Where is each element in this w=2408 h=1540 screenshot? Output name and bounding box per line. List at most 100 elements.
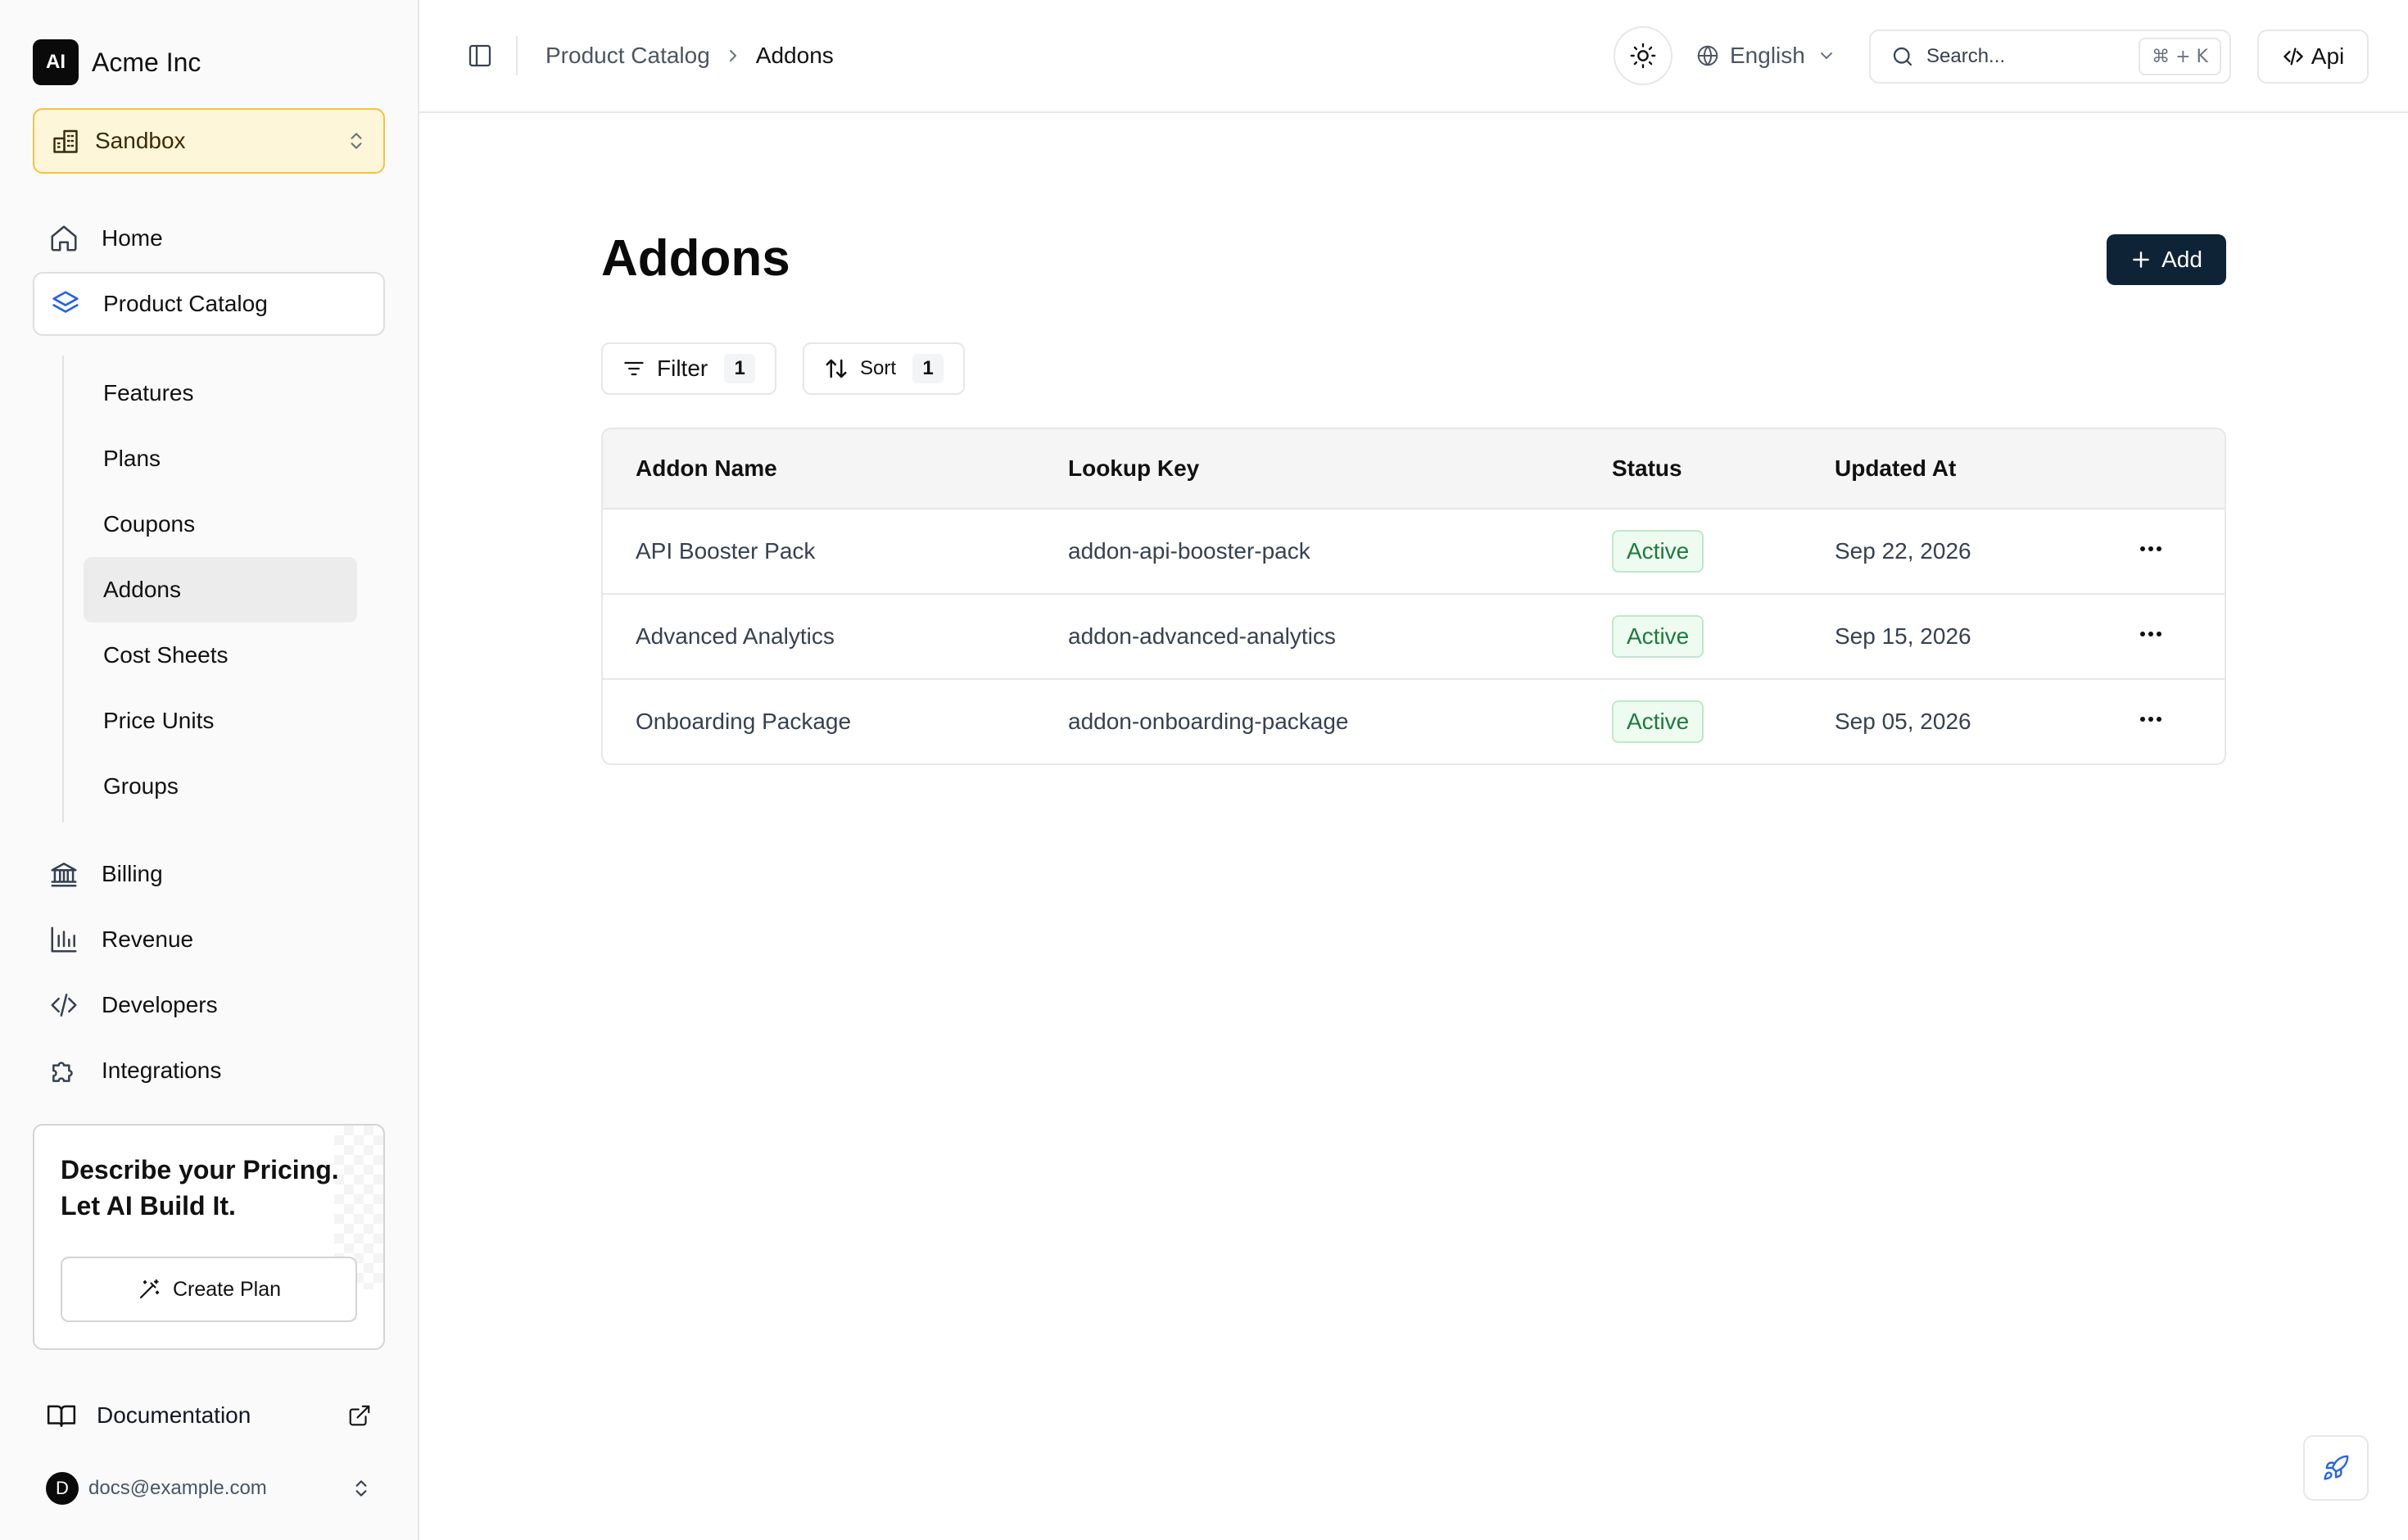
bank-icon <box>46 856 82 892</box>
magic-wand-icon <box>137 1277 161 1302</box>
sort-icon <box>824 356 849 381</box>
sort-count-badge: 1 <box>912 354 944 383</box>
lookup-key-cell: addon-onboarding-package <box>1068 709 1349 734</box>
code-icon <box>46 987 82 1023</box>
topbar-divider <box>516 36 518 75</box>
avatar: D <box>46 1472 79 1505</box>
column-header-addon-name: Addon Name <box>636 455 777 481</box>
table-header: Addon Name Lookup Key Status Updated At <box>603 429 2225 510</box>
filter-count-badge: 1 <box>724 354 756 383</box>
addon-name-cell: API Booster Pack <box>636 538 816 564</box>
subnav-divider <box>62 356 64 822</box>
lookup-key-cell: addon-advanced-analytics <box>1068 623 1336 649</box>
search-box[interactable]: ⌘ + K <box>1869 29 2231 84</box>
ellipsis-icon <box>2139 630 2163 638</box>
documentation-label: Documentation <box>97 1402 251 1428</box>
puzzle-icon <box>46 1053 82 1089</box>
add-addon-button[interactable]: Add <box>2107 234 2226 285</box>
breadcrumb-parent[interactable]: Product Catalog <box>545 43 710 69</box>
environment-switcher[interactable]: Sandbox <box>33 108 385 174</box>
bar-chart-icon <box>46 922 82 958</box>
promo-title: Describe your Pricing. Let AI Build It. <box>61 1155 339 1221</box>
external-link-icon <box>347 1403 372 1428</box>
nav-item-revenue[interactable]: Revenue <box>33 908 385 972</box>
column-header-lookup-key: Lookup Key <box>1068 455 1200 481</box>
brand[interactable]: AI Acme Inc <box>33 39 201 85</box>
addon-name-cell: Advanced Analytics <box>636 623 835 649</box>
status-badge: Active <box>1612 700 1704 743</box>
updated-at-cell: Sep 15, 2026 <box>1835 623 1971 649</box>
table-row[interactable]: API Booster Pack addon-api-booster-pack … <box>603 510 2225 595</box>
nav-item-integrations[interactable]: Integrations <box>33 1039 385 1103</box>
subnav-item-price-units[interactable]: Price Units <box>84 688 357 754</box>
building-icon <box>51 126 80 156</box>
lookup-key-cell: addon-api-booster-pack <box>1068 538 1310 564</box>
chevron-right-icon <box>723 46 743 66</box>
ai-promo-card: Describe your Pricing. Let AI Build It. … <box>33 1124 385 1350</box>
nav-item-billing[interactable]: Billing <box>33 842 385 906</box>
subnav-item-cost-sheets[interactable]: Cost Sheets <box>84 623 357 688</box>
nav-item-label: Home <box>102 225 163 251</box>
status-cell: Active <box>1612 595 1704 678</box>
sidebar-toggle-button[interactable] <box>464 39 496 72</box>
column-header-updated-at: Updated At <box>1835 455 1957 481</box>
chevron-down-icon <box>1817 46 1836 66</box>
brand-name: Acme Inc <box>92 47 201 77</box>
nav-item-label: Integrations <box>102 1058 222 1083</box>
addon-name-cell: Onboarding Package <box>636 709 852 734</box>
topbar: Product Catalog Addons English ⌘ + K Api <box>419 0 2408 113</box>
subnav-item-groups[interactable]: Groups <box>84 754 357 819</box>
environment-label: Sandbox <box>95 128 186 153</box>
globe-icon <box>1695 43 1720 68</box>
plus-icon <box>2130 249 2152 270</box>
nav-item-label: Developers <box>102 992 218 1017</box>
nav-item-label: Revenue <box>102 926 194 952</box>
filter-label: Filter <box>657 356 708 381</box>
page-title: Addons <box>601 230 790 287</box>
add-label: Add <box>2161 247 2202 272</box>
row-actions-button[interactable] <box>2131 703 2170 736</box>
sort-button[interactable]: Sort 1 <box>803 342 966 395</box>
home-icon <box>46 220 82 256</box>
subnav-item-features[interactable]: Features <box>84 360 357 426</box>
filter-icon <box>622 357 645 380</box>
updated-at-cell: Sep 22, 2026 <box>1835 538 1971 564</box>
row-actions-button[interactable] <box>2131 618 2170 650</box>
chevron-updown-icon <box>346 130 367 152</box>
subnav-item-coupons[interactable]: Coupons <box>84 491 357 557</box>
sort-label: Sort <box>860 357 897 379</box>
sun-icon <box>1629 42 1657 70</box>
language-label: English <box>1730 43 1805 68</box>
panel-left-icon <box>467 43 493 69</box>
api-button[interactable]: Api <box>2257 29 2369 84</box>
search-input[interactable] <box>1926 45 2123 68</box>
rocket-launcher-button[interactable] <box>2303 1435 2369 1501</box>
status-cell: Active <box>1612 680 1704 763</box>
column-header-status: Status <box>1612 455 1682 481</box>
nav-item-home[interactable]: Home <box>33 206 385 270</box>
filter-button[interactable]: Filter 1 <box>601 342 777 395</box>
nav-item-label: Billing <box>102 861 163 886</box>
nav-item-developers[interactable]: Developers <box>33 973 385 1037</box>
create-plan-label: Create Plan <box>172 1277 282 1301</box>
row-actions-button[interactable] <box>2131 532 2170 565</box>
breadcrumb-current: Addons <box>755 43 834 68</box>
subnav-item-addons[interactable]: Addons <box>84 557 357 623</box>
nav-item-product-catalog[interactable]: Product Catalog <box>33 272 385 336</box>
table-row[interactable]: Advanced Analytics addon-advanced-analyt… <box>603 595 2225 680</box>
theme-toggle-button[interactable] <box>1614 26 1672 85</box>
table-row[interactable]: Onboarding Package addon-onboarding-pack… <box>603 680 2225 763</box>
language-selector[interactable]: English <box>1695 36 1836 75</box>
search-icon <box>1890 44 1915 69</box>
status-cell: Active <box>1612 510 1704 593</box>
subnav-item-plans[interactable]: Plans <box>84 426 357 491</box>
documentation-link[interactable]: Documentation <box>33 1384 385 1447</box>
layers-icon <box>48 286 84 322</box>
book-icon <box>46 1400 77 1431</box>
ellipsis-icon <box>2139 715 2163 723</box>
chevron-updown-icon <box>351 1478 372 1499</box>
ellipsis-icon <box>2139 545 2163 553</box>
user-menu[interactable]: D docs@example.com <box>33 1460 385 1517</box>
create-plan-button[interactable]: Create Plan <box>61 1257 357 1322</box>
api-label: Api <box>2311 43 2345 69</box>
